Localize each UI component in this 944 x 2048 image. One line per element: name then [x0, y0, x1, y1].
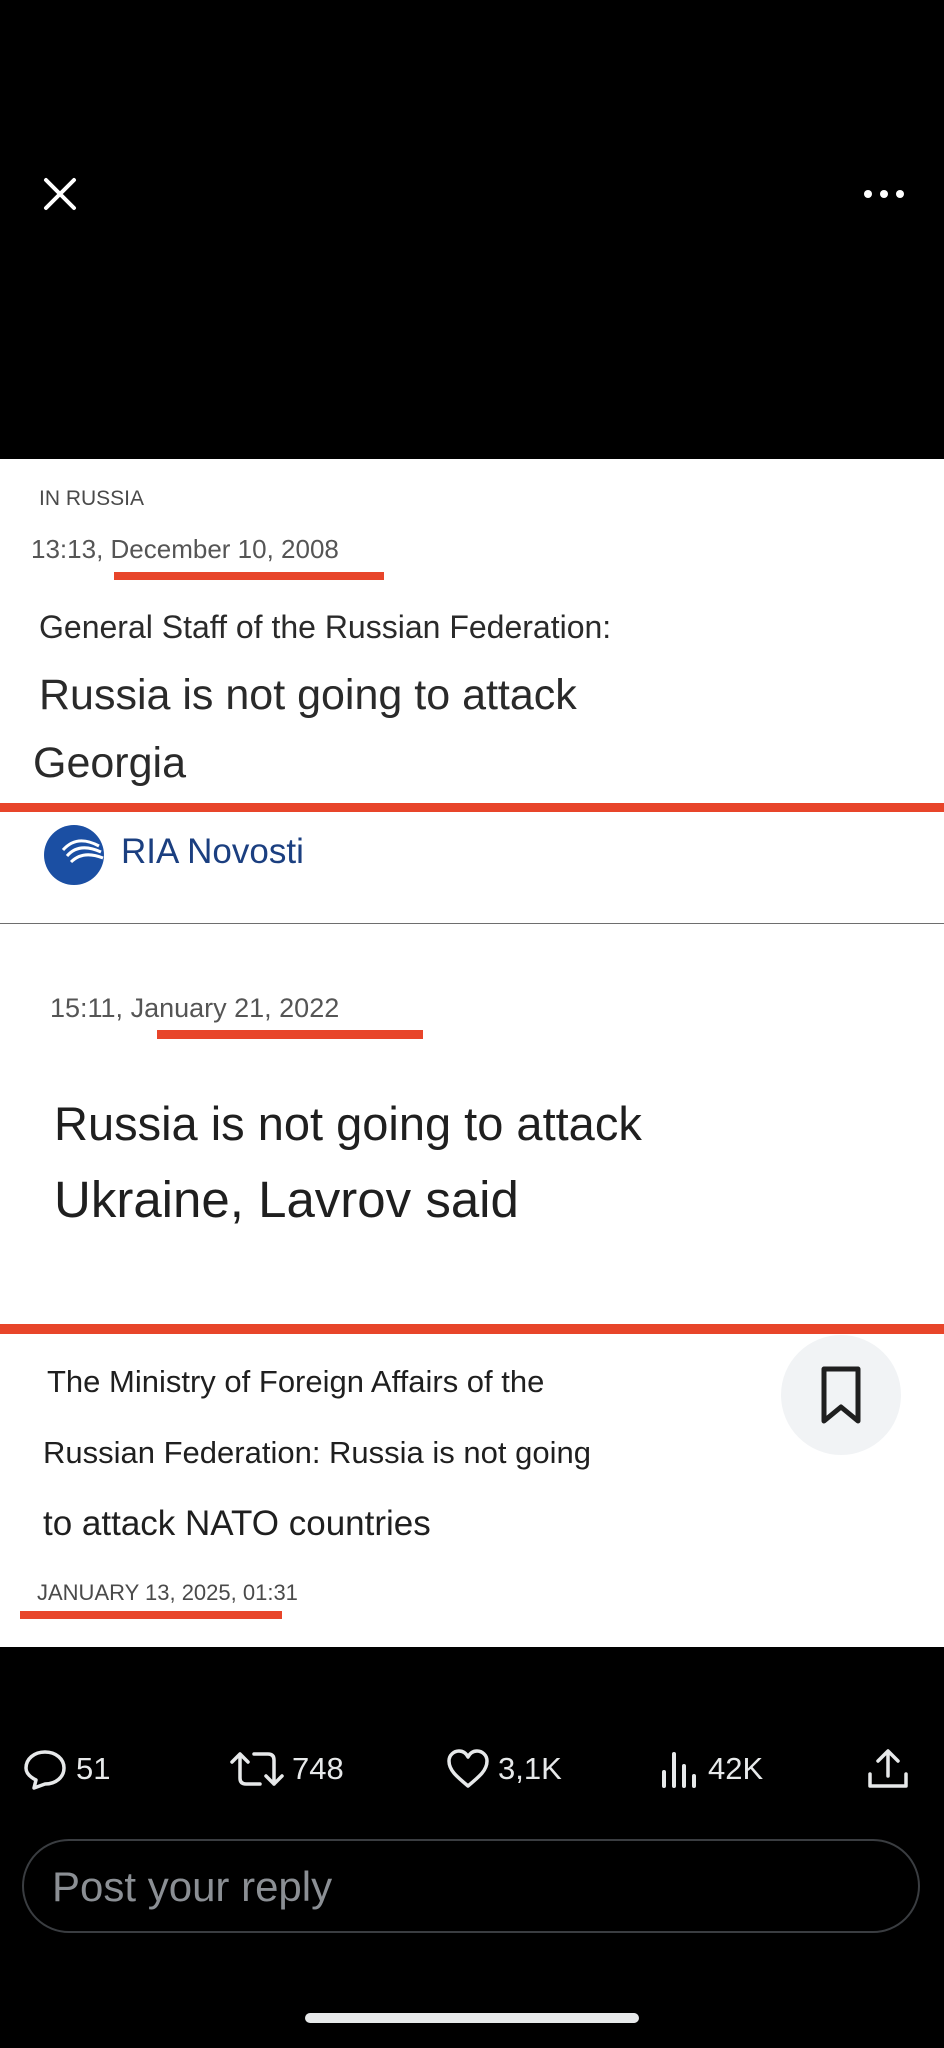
repost-count: 748: [292, 1751, 344, 1786]
headline-underline-2: [0, 1324, 944, 1334]
home-indicator[interactable]: [305, 2013, 639, 2023]
headline-underline: [0, 803, 944, 812]
article-1-headline-line2: Georgia: [33, 739, 186, 787]
bookmark-button: [781, 1335, 901, 1455]
tweet-media-image[interactable]: IN RUSSIA 13:13, December 10, 2008 Gener…: [0, 459, 944, 1647]
views-count: 42K: [708, 1751, 764, 1786]
like-button[interactable]: 3,1K: [446, 1748, 562, 1790]
article-3-date: JANUARY 13, 2025, 01:31: [37, 1580, 298, 1605]
source-name: RIA Novosti: [121, 832, 304, 871]
article-1: IN RUSSIA 13:13, December 10, 2008 Gener…: [0, 459, 944, 923]
section-label: IN RUSSIA: [39, 487, 145, 510]
repost-icon: [230, 1752, 284, 1786]
ria-novosti-logo: [43, 824, 105, 886]
article-3-line2: Russian Federation: Russia is not going: [43, 1435, 591, 1470]
heart-icon: [447, 1749, 489, 1788]
date-underline: [20, 1611, 282, 1619]
article-1-headline-line1: Russia is not going to attack: [39, 671, 577, 719]
reply-icon: [24, 1750, 66, 1790]
share-button[interactable]: [866, 1748, 910, 1790]
views-icon: [662, 1752, 696, 1788]
close-icon: [44, 178, 76, 210]
close-button[interactable]: [38, 172, 82, 216]
repost-button[interactable]: 748: [230, 1748, 344, 1790]
article-2-headline-line1: Russia is not going to attack: [54, 1097, 642, 1150]
reply-input[interactable]: Post your reply: [22, 1839, 920, 1933]
reply-button[interactable]: 51: [22, 1748, 110, 1790]
article-2-and-3: 15:11, January 21, 2022 Russia is not go…: [0, 924, 944, 1647]
share-icon: [868, 1749, 908, 1788]
reply-placeholder: Post your reply: [52, 1863, 333, 1910]
article-3-line1: The Ministry of Foreign Affairs of the: [47, 1364, 545, 1399]
viewer-top-bar: [0, 0, 944, 459]
article-1-kicker: General Staff of the Russian Federation:: [39, 609, 612, 645]
timestamp-underline-2: [157, 1030, 423, 1039]
bookmark-icon: [821, 1366, 861, 1424]
article-1-timestamp: 13:13, December 10, 2008: [31, 534, 339, 564]
views-button[interactable]: 42K: [660, 1748, 763, 1790]
timestamp-underline: [114, 572, 384, 580]
more-options-icon: [864, 190, 904, 198]
more-options-button[interactable]: [860, 180, 908, 208]
like-count: 3,1K: [498, 1751, 562, 1786]
article-2-headline-line2: Ukraine, Lavrov said: [54, 1171, 519, 1228]
article-3-line3: to attack NATO countries: [43, 1504, 431, 1543]
reply-count: 51: [76, 1751, 111, 1786]
article-2-timestamp: 15:11, January 21, 2022: [50, 993, 340, 1023]
